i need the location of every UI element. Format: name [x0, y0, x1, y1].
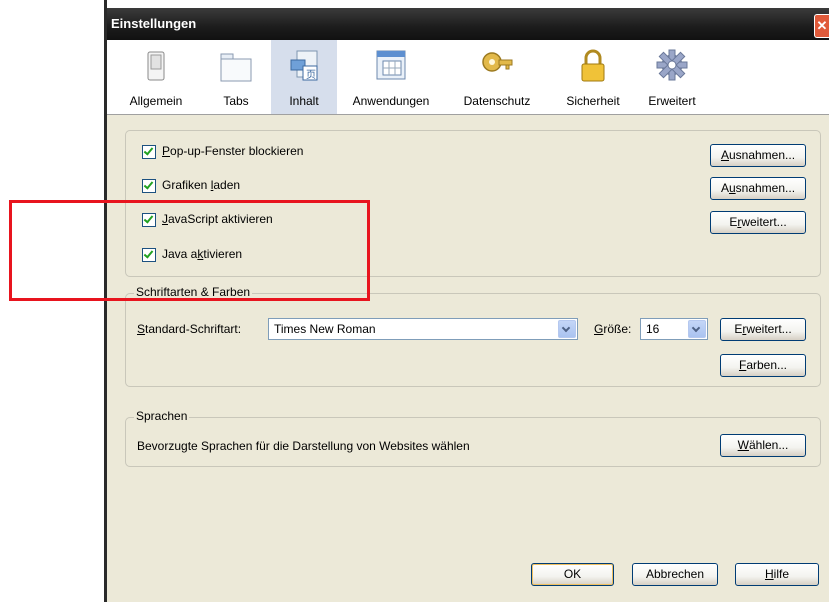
highlight-annotation-box [9, 200, 370, 301]
images-exceptions-button[interactable]: Ausnahmen... [710, 177, 806, 200]
chevron-down-icon [558, 320, 576, 338]
tab-datenschutz[interactable]: Datenschutz [451, 40, 543, 114]
popup-block-checkbox[interactable] [142, 145, 156, 159]
tab-sicherheit[interactable]: Sicherheit [557, 40, 629, 114]
close-icon: ✕ [816, 18, 828, 33]
default-font-select[interactable]: Times New Roman [268, 318, 578, 340]
tab-erweitert[interactable]: Erweitert [637, 40, 707, 114]
fonts-colors-group [125, 293, 821, 387]
tab-label: Tabs [223, 94, 249, 108]
close-button[interactable]: ✕ [814, 14, 829, 38]
tab-anwendungen[interactable]: Anwendungen [339, 40, 443, 114]
font-size-select[interactable]: 16 [640, 318, 708, 340]
key-icon [482, 52, 513, 72]
tab-inhalt[interactable]: 页 Inhalt [271, 40, 337, 114]
tab-allgemein[interactable]: Allgemein [124, 40, 188, 114]
languages-description: Bevorzugte Sprachen für die Darstellung … [137, 439, 470, 453]
title-bar: Einstellungen ✕ [107, 8, 829, 40]
tab-label: Sicherheit [566, 94, 620, 108]
tab-tabs[interactable]: Tabs [205, 40, 267, 114]
colors-button[interactable]: Farben... [720, 354, 806, 377]
load-images-checkbox[interactable] [142, 179, 156, 193]
switch-icon [147, 51, 165, 81]
svg-text:页: 页 [306, 69, 316, 81]
lock-icon [581, 49, 605, 82]
tab-label: Inhalt [289, 94, 319, 108]
gear-icon [656, 49, 688, 81]
chevron-down-icon [688, 320, 706, 338]
default-font-label: Standard-Schriftart: [137, 322, 242, 336]
tabs-icon [220, 53, 252, 82]
choose-languages-button[interactable]: Wählen... [720, 434, 806, 457]
fonts-advanced-button[interactable]: Erweitert... [720, 318, 806, 341]
cancel-button[interactable]: Abbrechen [632, 563, 718, 586]
font-size-value: 16 [646, 322, 660, 336]
tab-label: Datenschutz [463, 94, 531, 108]
content-icon: 页 [290, 50, 318, 81]
tab-label: Anwendungen [352, 94, 430, 108]
font-size-label: Größe: [594, 322, 632, 336]
help-button[interactable]: Hilfe [735, 563, 819, 586]
languages-legend: Sprachen [134, 409, 190, 423]
popup-block-label: Pop-up-Fenster blockieren [162, 144, 304, 158]
tab-label: Allgemein [129, 94, 183, 108]
window-title: Einstellungen [111, 16, 197, 31]
default-font-value: Times New Roman [274, 322, 376, 336]
tab-label: Erweitert [648, 94, 696, 108]
ok-button[interactable]: OK [531, 563, 614, 586]
javascript-advanced-button[interactable]: Erweitert... [710, 211, 806, 234]
load-images-label: Grafiken laden [162, 178, 241, 192]
popup-exceptions-button[interactable]: Ausnahmen... [710, 144, 806, 167]
applications-icon [376, 50, 406, 80]
